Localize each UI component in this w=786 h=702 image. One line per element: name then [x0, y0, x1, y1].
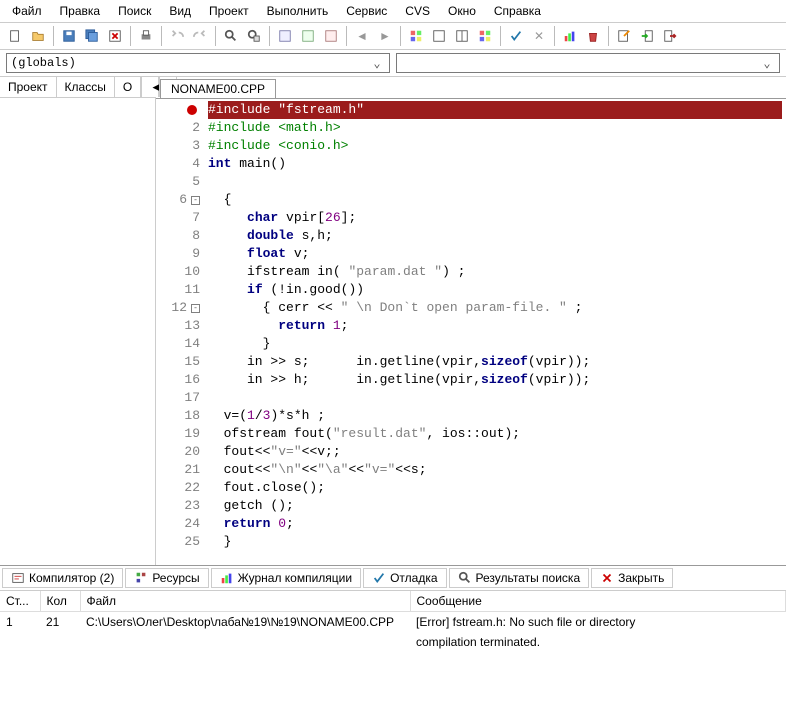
editor-area: NONAME00.CPP 23456-789101112-13141516171… — [156, 77, 786, 565]
scope-combo-1-value: (globals) — [11, 56, 76, 70]
scope-combos: (globals) ⌄ ⌄ — [0, 50, 786, 77]
menu-Справка[interactable]: Справка — [486, 2, 549, 20]
tab-search-label: Результаты поиска — [476, 571, 581, 585]
message-row[interactable]: 121C:\Users\Олег\Desktop\лаба№19\№19\NON… — [0, 612, 786, 633]
goto-icon[interactable] — [613, 25, 635, 47]
trash-icon[interactable] — [582, 25, 604, 47]
grid1-icon[interactable] — [405, 25, 427, 47]
line-gutter: 23456-789101112-131415161718192021222324… — [156, 99, 204, 565]
run-icon[interactable] — [297, 25, 319, 47]
file-tab[interactable]: NONAME00.CPP — [160, 79, 276, 98]
out-icon[interactable] — [659, 25, 681, 47]
in-icon[interactable] — [636, 25, 658, 47]
tab-compiler[interactable]: Компилятор (2) — [2, 568, 123, 588]
compile-icon[interactable] — [274, 25, 296, 47]
menu-Окно[interactable]: Окно — [440, 2, 484, 20]
save-icon[interactable] — [58, 25, 80, 47]
win2-icon[interactable] — [451, 25, 473, 47]
menu-Файл[interactable]: Файл — [4, 2, 50, 20]
side-tabs: ПроектКлассыО◄► — [0, 77, 155, 98]
saveall-icon[interactable] — [81, 25, 103, 47]
bottom-tabs: Компилятор (2) Ресурсы Журнал компиляции… — [0, 566, 786, 591]
bottom-panel: Компилятор (2) Ресурсы Журнал компиляции… — [0, 565, 786, 652]
col-file[interactable]: Файл — [80, 591, 410, 612]
print-icon[interactable] — [135, 25, 157, 47]
chart-icon[interactable] — [559, 25, 581, 47]
tab-close-label: Закрыть — [618, 571, 664, 585]
menu-Поиск[interactable]: Поиск — [110, 2, 159, 20]
col-line[interactable]: Ст... — [0, 591, 40, 612]
tab-log-label: Журнал компиляции — [238, 571, 352, 585]
menu-Правка[interactable]: Правка — [52, 2, 109, 20]
undo-icon[interactable] — [166, 25, 188, 47]
win1-icon[interactable] — [428, 25, 450, 47]
grid2-icon[interactable] — [474, 25, 496, 47]
replace-icon[interactable] — [243, 25, 265, 47]
tab-debug-label: Отладка — [390, 571, 437, 585]
scope-combo-1[interactable]: (globals) ⌄ — [6, 53, 390, 73]
tab-log[interactable]: Журнал компиляции — [211, 568, 361, 588]
tab-search[interactable]: Результаты поиска — [449, 568, 590, 588]
side-panel: ПроектКлассыО◄► — [0, 77, 156, 565]
side-tab[interactable]: О — [115, 77, 141, 97]
message-row[interactable]: compilation terminated. — [0, 632, 786, 652]
next-icon[interactable]: ► — [374, 25, 396, 47]
rebuild-icon[interactable] — [320, 25, 342, 47]
tab-resources[interactable]: Ресурсы — [125, 568, 208, 588]
find-icon[interactable] — [220, 25, 242, 47]
col-col[interactable]: Кол — [40, 591, 80, 612]
check-icon[interactable] — [505, 25, 527, 47]
side-tab[interactable]: Классы — [57, 77, 115, 97]
prev-icon[interactable]: ◄ — [351, 25, 373, 47]
close-file-icon[interactable] — [104, 25, 126, 47]
menu-Проект[interactable]: Проект — [201, 2, 257, 20]
chevron-down-icon: ⌄ — [369, 56, 385, 71]
chevron-down-icon: ⌄ — [759, 56, 775, 71]
code-editor[interactable]: 23456-789101112-131415161718192021222324… — [156, 99, 786, 565]
main-toolbar: ◄ ► ✕ — [0, 23, 786, 50]
compiler-messages: Ст... Кол Файл Сообщение 121C:\Users\Оле… — [0, 591, 786, 652]
cancel-icon[interactable]: ✕ — [528, 25, 550, 47]
col-msg[interactable]: Сообщение — [410, 591, 786, 612]
menu-bar: ФайлПравкаПоискВидПроектВыполнитьСервисC… — [0, 0, 786, 23]
tab-compiler-label: Компилятор (2) — [29, 571, 114, 585]
tab-debug[interactable]: Отладка — [363, 568, 446, 588]
menu-Сервис[interactable]: Сервис — [338, 2, 395, 20]
menu-CVS[interactable]: CVS — [397, 2, 438, 20]
open-icon[interactable] — [27, 25, 49, 47]
code-lines[interactable]: #include "fstream.h"#include <math.h>#in… — [204, 99, 786, 565]
file-tabs: NONAME00.CPP — [156, 77, 786, 99]
tab-close[interactable]: Закрыть — [591, 568, 673, 588]
side-tab[interactable]: Проект — [0, 77, 57, 97]
redo-icon[interactable] — [189, 25, 211, 47]
menu-Выполнить[interactable]: Выполнить — [259, 2, 337, 20]
new-icon[interactable] — [4, 25, 26, 47]
tab-resources-label: Ресурсы — [152, 571, 199, 585]
scope-combo-2[interactable]: ⌄ — [396, 53, 780, 73]
menu-Вид[interactable]: Вид — [161, 2, 199, 20]
